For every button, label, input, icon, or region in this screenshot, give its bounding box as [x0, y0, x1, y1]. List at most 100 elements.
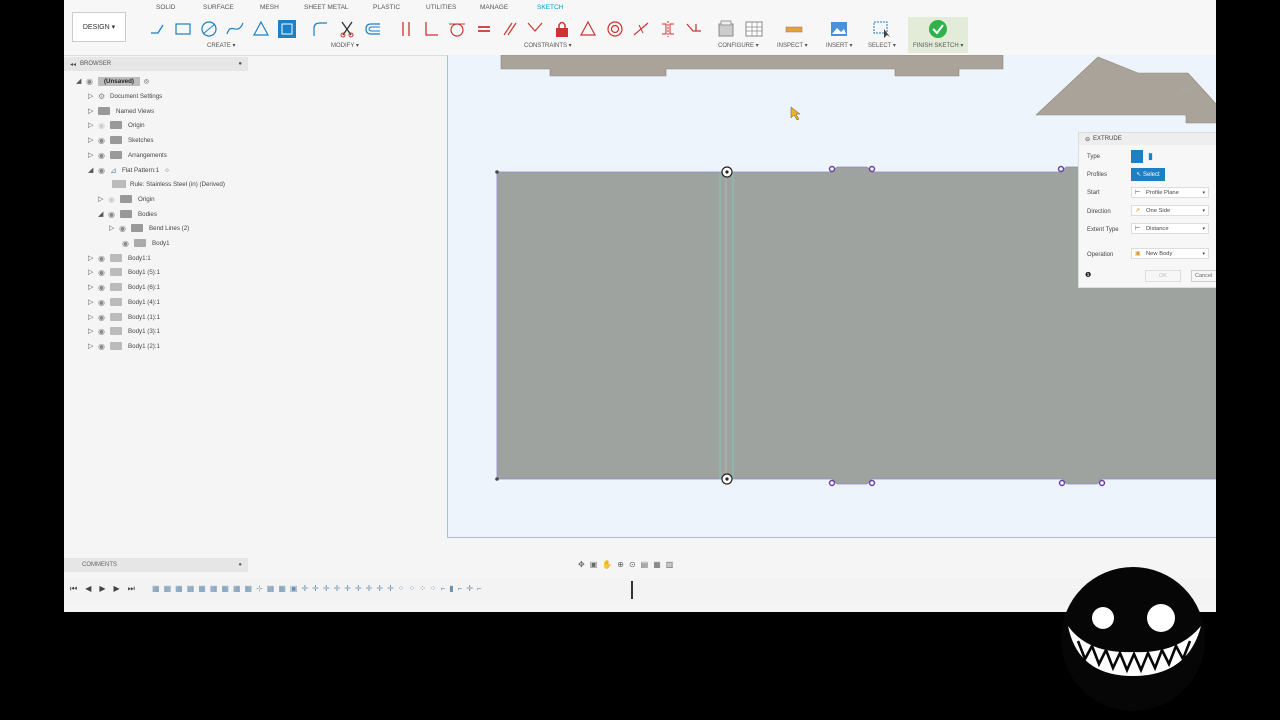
browser-item-arrangements[interactable]: ▷ ◉ Arrangements	[88, 148, 167, 162]
browser-root-item[interactable]: ◢ ◉ (Unsaved) ◎	[76, 74, 149, 88]
sketch-point[interactable]	[868, 479, 876, 487]
parallel-icon[interactable]	[500, 19, 520, 39]
timeline-feature-icon[interactable]: ▦	[233, 584, 241, 593]
extrude-type-solid-icon[interactable]	[1131, 150, 1143, 163]
timeline-feature-icon[interactable]: ▦	[187, 584, 195, 593]
constraints-menu[interactable]: CONSTRAINTS ▾	[524, 42, 572, 49]
timeline-feature-icon[interactable]: ✛	[323, 584, 330, 593]
operation-dropdown[interactable]: ▣ New Body ▾	[1131, 248, 1209, 259]
pin-icon[interactable]: ●	[238, 61, 242, 67]
browser-item-bend-lines[interactable]: ▷ ◉ Bend Lines (2)	[109, 221, 189, 235]
project-tool-icon[interactable]	[277, 19, 297, 39]
start-dropdown[interactable]: ⊢ Profile Plane ▾	[1131, 187, 1209, 198]
fillet-tool-icon[interactable]	[310, 19, 330, 39]
browser-item-origin-2[interactable]: ▷ ◉ Origin	[98, 192, 155, 206]
concentric-icon[interactable]	[605, 19, 625, 39]
look-at-icon[interactable]: ▣	[590, 560, 598, 569]
timeline-feature-icon[interactable]: ▦	[198, 584, 206, 593]
tangent-icon[interactable]	[447, 19, 467, 39]
visibility-eye-icon[interactable]: ◉	[108, 210, 120, 219]
browser-item-body1-4[interactable]: ▷ ◉ Body1 (4):1	[88, 295, 160, 309]
collapse-icon[interactable]: ⊖	[1085, 136, 1090, 143]
timeline-feature-icon[interactable]: ▮	[449, 584, 453, 593]
browser-item-sketches[interactable]: ▷ ◉ Sketches	[88, 133, 153, 147]
expand-arrow-icon[interactable]: ▷	[88, 342, 98, 350]
timeline-feature-icon[interactable]: ⁘	[408, 584, 415, 593]
timeline-feature-icon[interactable]: ▦	[164, 584, 172, 593]
expand-arrow-icon[interactable]: ▷	[88, 298, 98, 306]
timeline-feature-icon[interactable]: ⁘	[430, 584, 437, 593]
pin-icon[interactable]: ●	[238, 562, 242, 568]
collapse-arrow-icon[interactable]: ◢	[88, 166, 98, 174]
timeline-feature-icon[interactable]: ▣	[290, 584, 298, 593]
display-settings-icon[interactable]: ▤	[641, 560, 649, 569]
create-menu[interactable]: CREATE ▾	[207, 42, 236, 49]
viewcube-top[interactable]: TOP	[1181, 89, 1205, 101]
collapse-arrow-icon[interactable]: ◢	[76, 77, 86, 85]
fix-lock-icon[interactable]	[552, 19, 572, 39]
browser-item-bodies[interactable]: ◢ ◉ Bodies	[98, 207, 157, 221]
ok-button[interactable]: OK	[1145, 270, 1181, 282]
tab-surface[interactable]: SURFACE	[203, 4, 234, 11]
sketch-point[interactable]	[495, 477, 499, 481]
insert-menu[interactable]: INSERT ▾	[826, 42, 852, 49]
browser-item-body1-2[interactable]: ▷ ◉ Body1 (2):1	[88, 339, 160, 353]
expand-arrow-icon[interactable]: ▷	[88, 107, 98, 115]
tab-utilities[interactable]: UTILITIES	[426, 4, 456, 11]
pan-hand-icon[interactable]: ✋	[602, 560, 612, 569]
browser-item-document-settings[interactable]: ▷ ⚙ Document Settings	[88, 89, 162, 103]
tab-mesh[interactable]: MESH	[260, 4, 279, 11]
tab-sketch[interactable]: SKETCH	[530, 0, 570, 14]
coincident-icon[interactable]	[396, 19, 416, 39]
expand-arrow-icon[interactable]: ▷	[88, 151, 98, 159]
sketch-point[interactable]	[1057, 165, 1065, 173]
step-back-icon[interactable]: ◀	[85, 584, 91, 594]
select-menu[interactable]: SELECT ▾	[868, 42, 896, 49]
browser-item-flat-pattern[interactable]: ◢ ◉ ⊿ Flat Pattern:1 ○	[88, 163, 169, 177]
browser-item-body1-1[interactable]: ▷ ◉ Body1:1	[88, 251, 151, 265]
offset-tool-icon[interactable]	[363, 19, 383, 39]
visibility-eye-icon[interactable]: ◉	[108, 195, 120, 204]
midpoint-icon[interactable]	[631, 19, 651, 39]
polygon-tool-icon[interactable]	[251, 19, 271, 39]
trim-tool-icon[interactable]	[337, 19, 357, 39]
workspace-switcher[interactable]: DESIGN ▾	[72, 12, 126, 42]
visibility-eye-icon[interactable]: ◉	[98, 254, 110, 263]
extrude-type-thin-icon[interactable]: ▮	[1148, 151, 1158, 162]
timeline-feature-icon[interactable]: ▦	[221, 584, 229, 593]
tab-solid[interactable]: SOLID	[156, 4, 176, 11]
collinear-icon[interactable]	[525, 19, 545, 39]
timeline-feature-icon[interactable]: ✛	[355, 584, 362, 593]
timeline-feature-icon[interactable]: ✛	[376, 584, 383, 593]
timeline-feature-icon[interactable]: ✛	[301, 584, 308, 593]
timeline-feature-icon[interactable]: ⌐	[477, 584, 482, 593]
visibility-eye-icon[interactable]: ◉	[98, 121, 110, 130]
circle-tool-icon[interactable]	[199, 19, 219, 39]
direction-dropdown[interactable]: ↗ One Side ▾	[1131, 205, 1209, 216]
sketch-point[interactable]	[828, 479, 836, 487]
sketch-point[interactable]	[868, 165, 876, 173]
activate-radio-icon[interactable]: ◎	[144, 78, 149, 85]
expand-arrow-icon[interactable]: ▷	[88, 313, 98, 321]
collapse-arrow-icon[interactable]: ◢	[98, 210, 108, 218]
expand-arrow-icon[interactable]: ▷	[88, 136, 98, 144]
visibility-eye-icon[interactable]: ◉	[98, 166, 110, 175]
sketch-point[interactable]	[495, 170, 499, 174]
visibility-eye-icon[interactable]: ◉	[98, 342, 110, 351]
timeline-feature-icon[interactable]: ▦	[278, 584, 286, 593]
extent-type-dropdown[interactable]: ⊢ Distance ▾	[1131, 223, 1209, 234]
equal-icon[interactable]	[474, 19, 494, 39]
browser-item-body1-6[interactable]: ▷ ◉ Body1 (6):1	[88, 280, 160, 294]
symmetry-icon[interactable]	[658, 19, 678, 39]
timeline-feature-icon[interactable]: ✛	[466, 584, 473, 593]
timeline-feature-icon[interactable]: ✛	[387, 584, 394, 593]
browser-header[interactable]: ◂◂ BROWSER ●	[64, 57, 248, 71]
visibility-eye-icon[interactable]: ◉	[122, 239, 134, 248]
sketch-viewport[interactable]	[448, 55, 1216, 537]
line-tool-icon[interactable]	[148, 19, 168, 39]
visibility-eye-icon[interactable]: ◉	[98, 298, 110, 307]
timeline-feature-icon[interactable]: ✛	[344, 584, 351, 593]
modify-menu[interactable]: MODIFY ▾	[331, 42, 359, 49]
insert-image-icon[interactable]	[829, 19, 849, 39]
expand-arrow-icon[interactable]: ▷	[88, 92, 98, 100]
